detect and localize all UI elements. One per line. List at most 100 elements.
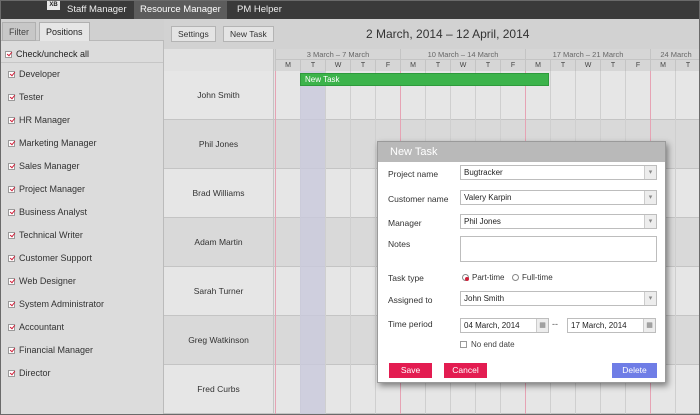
calendar-icon[interactable]: ▦: [536, 319, 548, 332]
position-item[interactable]: Technical Writer: [1, 224, 163, 247]
position-item[interactable]: Project Manager: [1, 178, 163, 201]
assigned-to-select[interactable]: John Smith ▾: [460, 291, 657, 306]
project-name-value: Bugtracker: [464, 168, 503, 177]
chevron-down-icon[interactable]: ▾: [644, 166, 656, 179]
new-task-button[interactable]: New Task: [223, 26, 274, 42]
position-label: HR Manager: [19, 115, 71, 125]
sidebar: Filter Positions Check/uncheck all Devel…: [1, 19, 164, 414]
grid-line: [350, 71, 351, 414]
task-type-label: Task type: [388, 273, 424, 283]
chevron-down-icon[interactable]: ▾: [644, 215, 656, 228]
staff-name: John Smith: [164, 71, 274, 119]
day-header: M: [400, 60, 425, 71]
no-end-date-checkbox[interactable]: No end date: [460, 340, 515, 349]
checkbox-checked-icon[interactable]: [8, 255, 15, 262]
week-header: 24 March: [650, 49, 699, 60]
position-item[interactable]: Financial Manager: [1, 339, 163, 362]
top-navigation-bar: XB Staff Manager Resource Manager PM Hel…: [1, 1, 699, 19]
start-date-input[interactable]: 04 March, 2014 ▦: [460, 318, 549, 333]
checkbox-checked-icon[interactable]: [8, 94, 15, 101]
chevron-down-icon[interactable]: ▾: [644, 191, 656, 204]
radio-empty-icon[interactable]: [512, 274, 519, 281]
save-button[interactable]: Save: [389, 363, 432, 378]
today-column-highlight: [300, 71, 325, 414]
checkbox-checked-icon[interactable]: [8, 278, 15, 285]
customer-name-select[interactable]: Valery Karpin ▾: [460, 190, 657, 205]
checkbox-checked-icon[interactable]: [8, 71, 15, 78]
part-time-radio[interactable]: Part-time: [462, 273, 504, 282]
position-item[interactable]: Tester: [1, 86, 163, 109]
end-date-input[interactable]: 17 March, 2014 ▦: [567, 318, 656, 333]
assigned-to-value: John Smith: [464, 294, 505, 303]
chevron-down-icon[interactable]: ▾: [644, 292, 656, 305]
grid-line: [375, 71, 376, 414]
staff-name: Adam Martin: [164, 218, 274, 266]
week-header: 10 March – 14 March: [400, 49, 525, 60]
notes-textarea[interactable]: [460, 236, 657, 262]
full-time-label: Full-time: [522, 273, 553, 282]
grid-line: [325, 71, 326, 414]
cancel-button[interactable]: Cancel: [444, 363, 487, 378]
checkbox-checked-icon[interactable]: [8, 347, 15, 354]
project-name-select[interactable]: Bugtracker ▾: [460, 165, 657, 180]
position-item[interactable]: Developer: [1, 63, 163, 86]
tab-staff-manager[interactable]: Staff Manager: [61, 1, 133, 19]
task-bar[interactable]: New Task: [300, 73, 549, 86]
position-item[interactable]: Sales Manager: [1, 155, 163, 178]
settings-button[interactable]: Settings: [171, 26, 216, 42]
day-header: M: [525, 60, 550, 71]
week-boundary-line: [275, 71, 276, 414]
position-item[interactable]: Customer Support: [1, 247, 163, 270]
position-label: Sales Manager: [19, 161, 80, 171]
day-header: M: [275, 60, 300, 71]
checkbox-checked-icon[interactable]: [8, 324, 15, 331]
checkbox-checked-icon[interactable]: [8, 209, 15, 216]
grid-line: [675, 71, 676, 414]
checkbox-checked-icon[interactable]: [8, 117, 15, 124]
position-item[interactable]: Director: [1, 362, 163, 385]
tab-positions[interactable]: Positions: [39, 22, 90, 41]
checkbox-checked-icon[interactable]: [8, 232, 15, 239]
checkbox-checked-icon[interactable]: [5, 51, 12, 58]
radio-selected-icon[interactable]: [462, 274, 469, 281]
position-item[interactable]: Business Analyst: [1, 201, 163, 224]
day-header: T: [300, 60, 325, 71]
position-item[interactable]: System Administrator: [1, 293, 163, 316]
tab-filter[interactable]: Filter: [2, 22, 36, 41]
staff-name: Fred Curbs: [164, 365, 274, 413]
position-item[interactable]: HR Manager: [1, 109, 163, 132]
tab-resource-manager[interactable]: Resource Manager: [134, 1, 227, 19]
position-item[interactable]: Web Designer: [1, 270, 163, 293]
check-all-toggle[interactable]: Check/uncheck all: [1, 45, 163, 63]
checkbox-checked-icon[interactable]: [8, 370, 15, 377]
position-label: Developer: [19, 69, 61, 79]
day-header: T: [600, 60, 625, 71]
staff-name: Greg Watkinson: [164, 316, 274, 364]
new-task-dialog: New Task Project name Bugtracker ▾ Custom…: [377, 141, 666, 383]
position-label: Customer Support: [19, 253, 93, 263]
full-time-radio[interactable]: Full-time: [512, 273, 553, 282]
day-header: F: [375, 60, 400, 71]
day-header: F: [500, 60, 525, 71]
staff-name: Phil Jones: [164, 120, 274, 168]
day-header: T: [675, 60, 699, 71]
staff-name: Brad Williams: [164, 169, 274, 217]
day-header: W: [575, 60, 600, 71]
delete-button[interactable]: Delete: [612, 363, 657, 378]
manager-select[interactable]: Phil Jones ▾: [460, 214, 657, 229]
customer-name-label: Customer name: [388, 194, 449, 204]
position-label: Financial Manager: [19, 345, 94, 355]
checkbox-checked-icon[interactable]: [8, 301, 15, 308]
calendar-icon[interactable]: ▦: [643, 319, 655, 332]
position-item[interactable]: Marketing Manager: [1, 132, 163, 155]
start-date-value: 04 March, 2014: [464, 321, 520, 330]
checkbox-empty-icon[interactable]: [460, 341, 467, 348]
checkbox-checked-icon[interactable]: [8, 163, 15, 170]
tab-pm-helper[interactable]: PM Helper: [231, 1, 288, 19]
date-range-title: 2 March, 2014 – 12 April, 2014: [366, 27, 530, 41]
checkbox-checked-icon[interactable]: [8, 186, 15, 193]
sidebar-tabs: Filter Positions: [1, 19, 164, 41]
week-header: 3 March – 7 March: [275, 49, 400, 60]
position-item[interactable]: Accountant: [1, 316, 163, 339]
checkbox-checked-icon[interactable]: [8, 140, 15, 147]
